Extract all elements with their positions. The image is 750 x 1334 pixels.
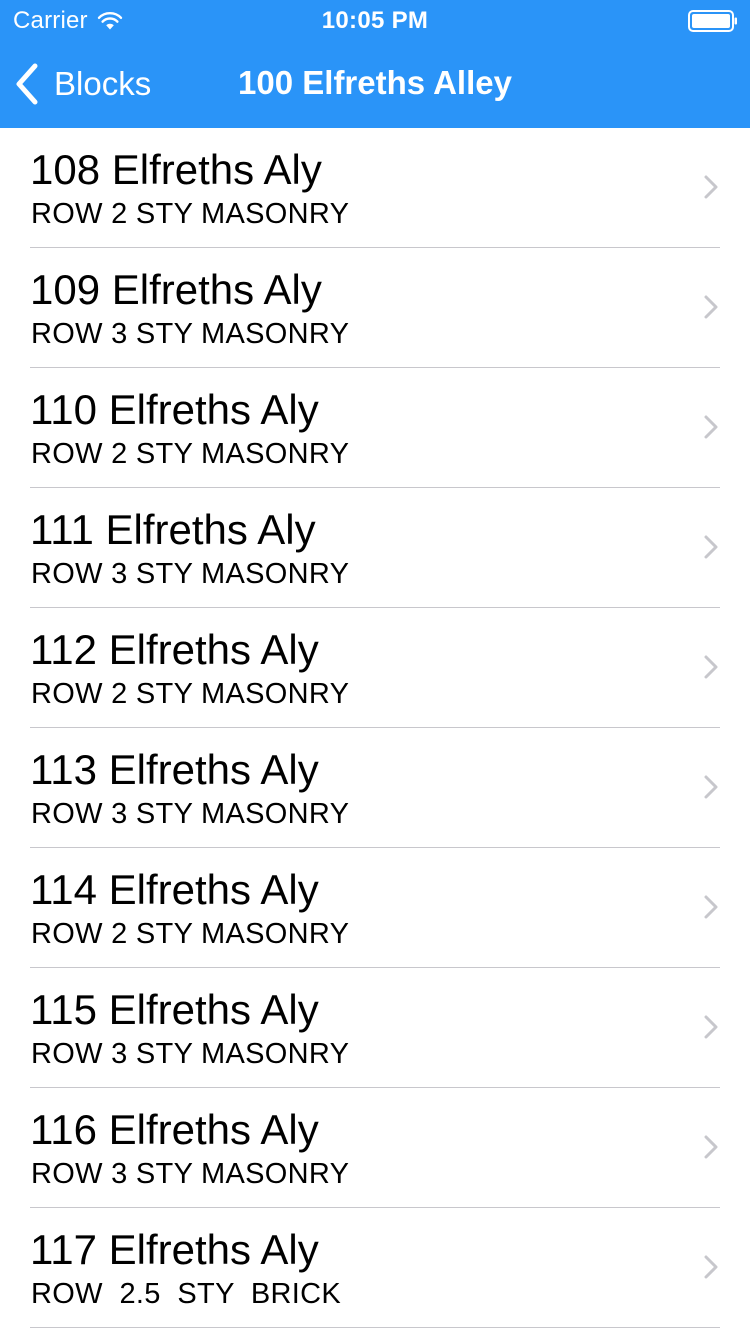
list-item[interactable]: 114 Elfreths Aly ROW 2 STY MASONRY (0, 848, 750, 968)
address-label: 117 Elfreths Aly (30, 1226, 319, 1273)
address-label: 116 Elfreths Aly (30, 1106, 319, 1153)
building-description: ROW 3 STY MASONRY (31, 1038, 350, 1070)
navigation-bar: Blocks 100 Elfreths Alley (0, 40, 750, 128)
list-item[interactable]: 111 Elfreths Aly ROW 3 STY MASONRY (0, 488, 750, 608)
chevron-right-icon (704, 655, 718, 679)
address-label: 111 Elfreths Aly (30, 506, 316, 553)
building-description: ROW 2 STY MASONRY (31, 918, 350, 950)
list-item[interactable]: 109 Elfreths Aly ROW 3 STY MASONRY (0, 248, 750, 368)
chevron-right-icon (704, 175, 718, 199)
page-title: 100 Elfreths Alley (238, 64, 512, 101)
chevron-right-icon (704, 1135, 718, 1159)
address-label: 109 Elfreths Aly (30, 266, 322, 313)
status-time: 10:05 PM (321, 7, 429, 34)
chevron-right-icon (704, 895, 718, 919)
building-description: ROW 2 STY MASONRY (31, 678, 350, 710)
status-bar: Carrier 10:05 PM (0, 0, 750, 40)
building-description: ROW 3 STY MASONRY (31, 798, 350, 830)
list-item[interactable]: 110 Elfreths Aly ROW 2 STY MASONRY (0, 368, 750, 488)
building-description: ROW 2 STY MASONRY (31, 438, 350, 470)
address-label: 113 Elfreths Aly (30, 746, 319, 793)
chevron-right-icon (704, 295, 718, 319)
chevron-right-icon (704, 1015, 718, 1039)
list-item[interactable]: 117 Elfreths Aly ROW 2.5 STY BRICK (0, 1208, 750, 1328)
address-label: 110 Elfreths Aly (30, 386, 319, 433)
chevron-right-icon (704, 1255, 718, 1279)
address-label: 115 Elfreths Aly (30, 986, 319, 1033)
address-label: 112 Elfreths Aly (30, 626, 319, 673)
list-item[interactable]: 108 Elfreths Aly ROW 2 STY MASONRY (0, 128, 750, 248)
app-screen: Carrier 10:05 PM Blocks 100 Elfreths All… (0, 0, 750, 1334)
chevron-right-icon (704, 415, 718, 439)
building-description: ROW 3 STY MASONRY (31, 558, 350, 590)
address-list: 108 Elfreths Aly ROW 2 STY MASONRY 109 E… (0, 128, 750, 1328)
building-description: ROW 3 STY MASONRY (31, 1158, 350, 1190)
battery-icon (688, 10, 737, 32)
header: Carrier 10:05 PM Blocks 100 Elfreths All… (0, 0, 750, 128)
building-description: ROW 2.5 STY BRICK (31, 1278, 342, 1310)
chevron-right-icon (704, 775, 718, 799)
building-description: ROW 3 STY MASONRY (31, 318, 350, 350)
address-label: 108 Elfreths Aly (30, 146, 322, 193)
chevron-right-icon (704, 535, 718, 559)
list-item[interactable]: 115 Elfreths Aly ROW 3 STY MASONRY (0, 968, 750, 1088)
address-label: 114 Elfreths Aly (30, 866, 319, 913)
list-item[interactable]: 113 Elfreths Aly ROW 3 STY MASONRY (0, 728, 750, 848)
building-description: ROW 2 STY MASONRY (31, 198, 350, 230)
list-item[interactable]: 116 Elfreths Aly ROW 3 STY MASONRY (0, 1088, 750, 1208)
list-item[interactable]: 112 Elfreths Aly ROW 2 STY MASONRY (0, 608, 750, 728)
